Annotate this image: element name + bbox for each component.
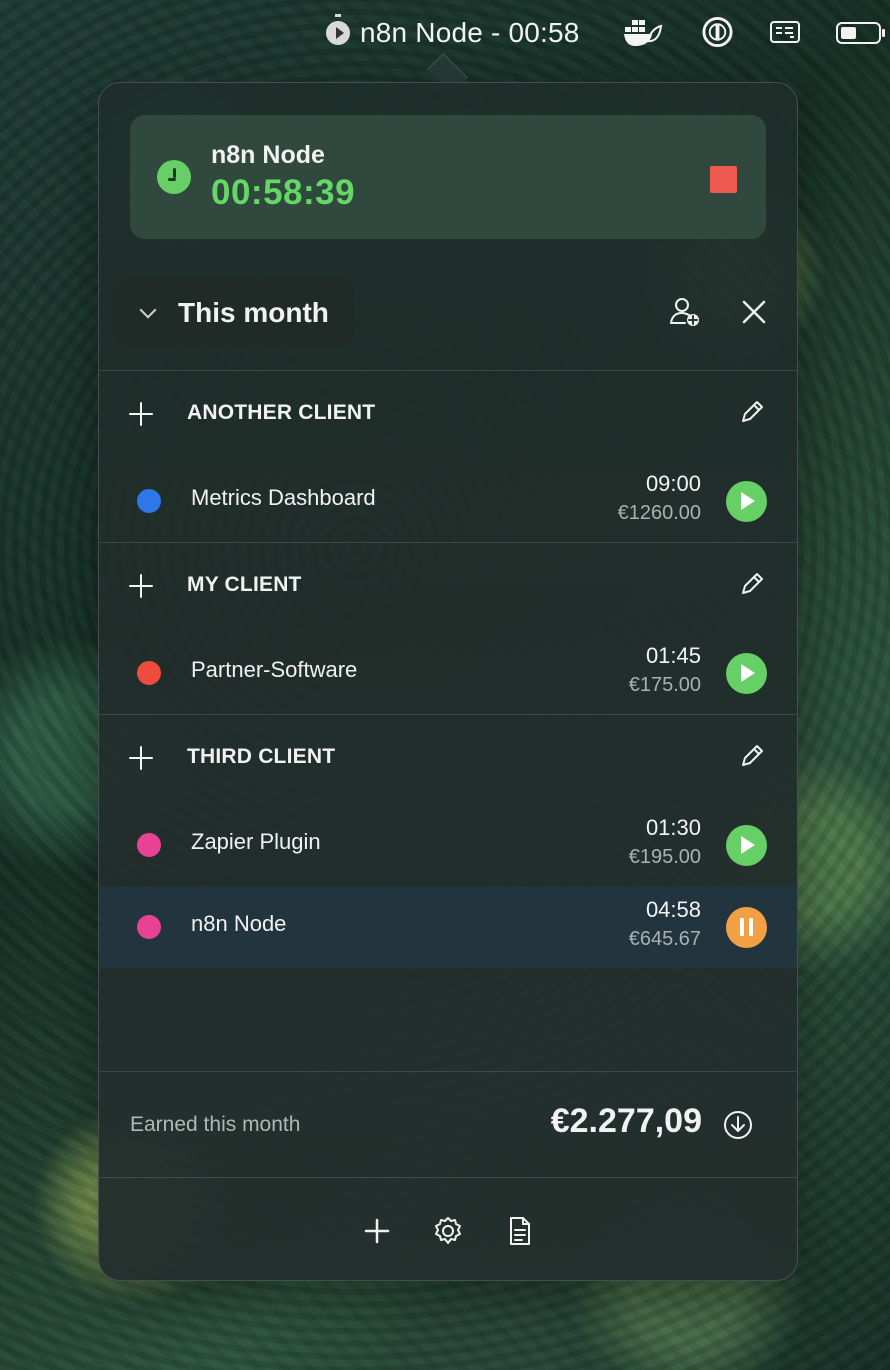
client-header-third-client: THIRD CLIENT [99, 715, 797, 801]
play-icon [741, 836, 755, 854]
client-name: MY CLIENT [187, 573, 302, 596]
menubar-timer[interactable]: n8n Node - 00:58 [326, 14, 580, 50]
play-button[interactable] [726, 481, 767, 522]
pause-button[interactable] [726, 907, 767, 948]
gear-icon[interactable] [431, 1214, 465, 1248]
project-duration: 01:30 [645, 815, 701, 840]
close-icon[interactable] [737, 295, 771, 329]
play-button[interactable] [726, 653, 767, 694]
chevron-down-icon [140, 305, 156, 321]
document-icon[interactable] [502, 1214, 536, 1248]
stopwatch-icon [326, 14, 350, 45]
client-header-another-client: ANOTHER CLIENT [99, 371, 797, 457]
client-name: ANOTHER CLIENT [187, 401, 376, 424]
project-duration: 01:45 [645, 643, 701, 668]
project-color-dot [137, 661, 161, 685]
project-name: Zapier Plugin [191, 829, 321, 854]
download-icon[interactable] [721, 1108, 755, 1142]
project-name: Metrics Dashboard [191, 485, 376, 510]
earned-label: Earned this month [130, 1113, 301, 1136]
project-earnings: €1260.00 [617, 502, 701, 524]
active-timer-card[interactable]: n8n Node 00:58:39 [130, 115, 766, 239]
client-name: THIRD CLIENT [187, 745, 336, 768]
edit-icon[interactable] [737, 741, 767, 771]
add-project-icon[interactable] [129, 574, 153, 598]
project-name: Partner-Software [191, 657, 358, 682]
project-earnings: €195.00 [628, 846, 701, 868]
project-row-zapier-plugin[interactable]: Zapier Plugin 01:30 €195.00 [99, 804, 797, 886]
add-project-icon[interactable] [129, 746, 153, 770]
project-row-metrics-dashboard[interactable]: Metrics Dashboard 09:00 €1260.00 [99, 460, 797, 542]
project-earnings: €175.00 [628, 674, 701, 696]
timer-popover: n8n Node 00:58:39 This month ANOTHER CLI… [98, 82, 798, 1281]
project-name: n8n Node [191, 911, 287, 936]
project-duration: 04:58 [645, 897, 701, 922]
active-project-name: n8n Node [211, 141, 325, 169]
earned-amount: €2.277,09 [550, 1102, 702, 1140]
clock-icon [157, 160, 191, 194]
period-label: This month [178, 296, 329, 328]
edit-icon[interactable] [737, 397, 767, 427]
project-row-n8n-node[interactable]: n8n Node 04:58 €645.67 [99, 886, 797, 968]
footer-divider [99, 1177, 797, 1178]
project-color-dot [137, 915, 161, 939]
active-elapsed-time: 00:58:39 [211, 173, 356, 212]
edit-icon[interactable] [737, 569, 767, 599]
plus-icon[interactable] [360, 1214, 394, 1248]
keyboard-icon[interactable] [768, 15, 802, 49]
client-header-my-client: MY CLIENT [99, 543, 797, 629]
section-divider [99, 1071, 797, 1072]
add-user-icon[interactable] [667, 295, 701, 329]
play-icon [741, 492, 755, 510]
project-color-dot [137, 489, 161, 513]
project-row-partner-software[interactable]: Partner-Software 01:45 €175.00 [99, 632, 797, 714]
play-button[interactable] [726, 825, 767, 866]
pause-icon [740, 918, 753, 936]
project-color-dot [137, 833, 161, 857]
period-dropdown[interactable]: This month [113, 279, 355, 346]
menubar-timer-text: n8n Node - 00:58 [360, 17, 580, 48]
play-icon [741, 664, 755, 682]
docker-icon[interactable] [623, 15, 663, 49]
stop-button[interactable] [710, 166, 737, 193]
onepassword-icon[interactable] [701, 15, 734, 49]
project-earnings: €645.67 [628, 928, 701, 950]
project-duration: 09:00 [645, 471, 701, 496]
add-project-icon[interactable] [129, 402, 153, 426]
battery-icon[interactable] [835, 15, 887, 49]
